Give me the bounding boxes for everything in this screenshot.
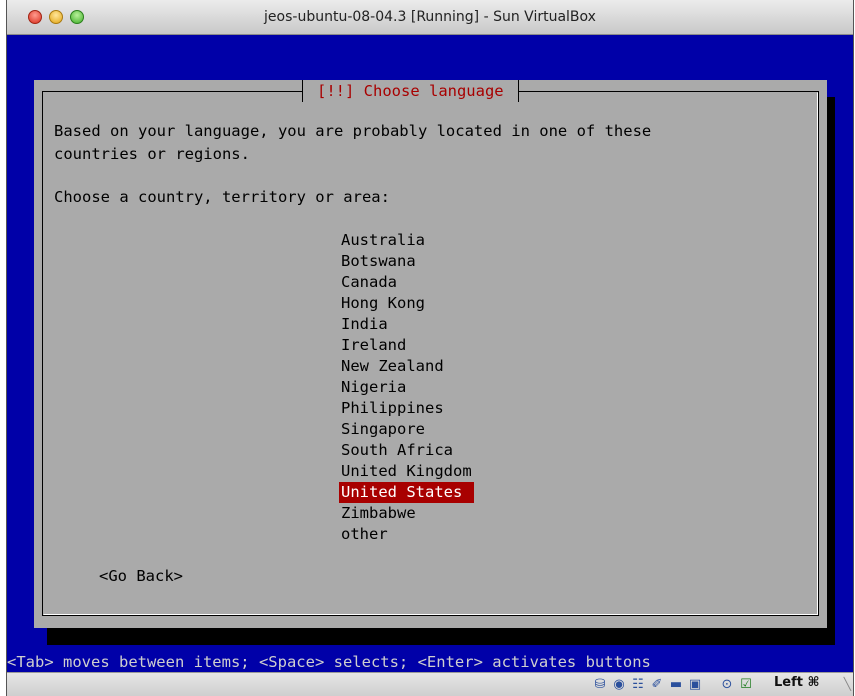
country-option[interactable]: Ireland (339, 335, 408, 356)
usb-icon[interactable]: ✐ (649, 676, 665, 692)
country-option[interactable]: Australia (339, 230, 427, 251)
dialog-frame (42, 91, 819, 616)
description-line-2: countries or regions. (54, 145, 250, 163)
country-option[interactable]: Botswana (339, 251, 418, 272)
country-option[interactable]: other (339, 524, 390, 545)
network-icon[interactable]: ☷ (630, 676, 646, 692)
country-option[interactable]: Singapore (339, 419, 427, 440)
go-back-button[interactable]: <Go Back> (99, 567, 183, 585)
mouse-integration-icon[interactable]: ⊙ (719, 676, 735, 692)
cd-icon[interactable]: ◉ (611, 676, 627, 692)
country-option[interactable]: Canada (339, 272, 399, 293)
country-option[interactable]: South Africa (339, 440, 455, 461)
country-option[interactable]: New Zealand (339, 356, 446, 377)
country-prompt: Choose a country, territory or area: (54, 188, 390, 206)
country-option[interactable]: United Kingdom (339, 461, 474, 482)
hostkey-icon[interactable]: ☑ (738, 676, 754, 692)
key-hint-bar: <Tab> moves between items; <Space> selec… (7, 653, 651, 671)
country-option[interactable]: United States (339, 482, 475, 503)
country-option[interactable]: Nigeria (339, 377, 408, 398)
title-bar[interactable]: jeos-ubuntu-08-04.3 [Running] - Sun Virt… (7, 0, 853, 35)
host-key-label: Left ⌘ (774, 675, 820, 690)
window-title: jeos-ubuntu-08-04.3 [Running] - Sun Virt… (264, 9, 596, 25)
status-bar: ⛁ ◉ ☷ ✐ ▬ ▣ ⊙ ☑ Left ⌘ ╲ (7, 672, 853, 696)
hard-disk-icon[interactable]: ⛁ (592, 676, 608, 692)
virtualbox-window: jeos-ubuntu-08-04.3 [Running] - Sun Virt… (6, 0, 854, 696)
country-option[interactable]: India (339, 314, 390, 335)
choose-language-dialog: [!!] Choose language Based on your langu… (34, 80, 827, 628)
resize-grip-icon[interactable]: ╲ (844, 677, 851, 691)
country-option[interactable]: Philippines (339, 398, 446, 419)
country-option[interactable]: Hong Kong (339, 293, 427, 314)
dialog-title: [!!] Choose language (302, 80, 519, 102)
shared-folder-icon[interactable]: ▬ (668, 676, 684, 692)
vrdp-icon[interactable]: ▣ (687, 676, 703, 692)
country-option[interactable]: Zimbabwe (339, 503, 418, 524)
description-line-1: Based on your language, you are probably… (54, 122, 652, 140)
